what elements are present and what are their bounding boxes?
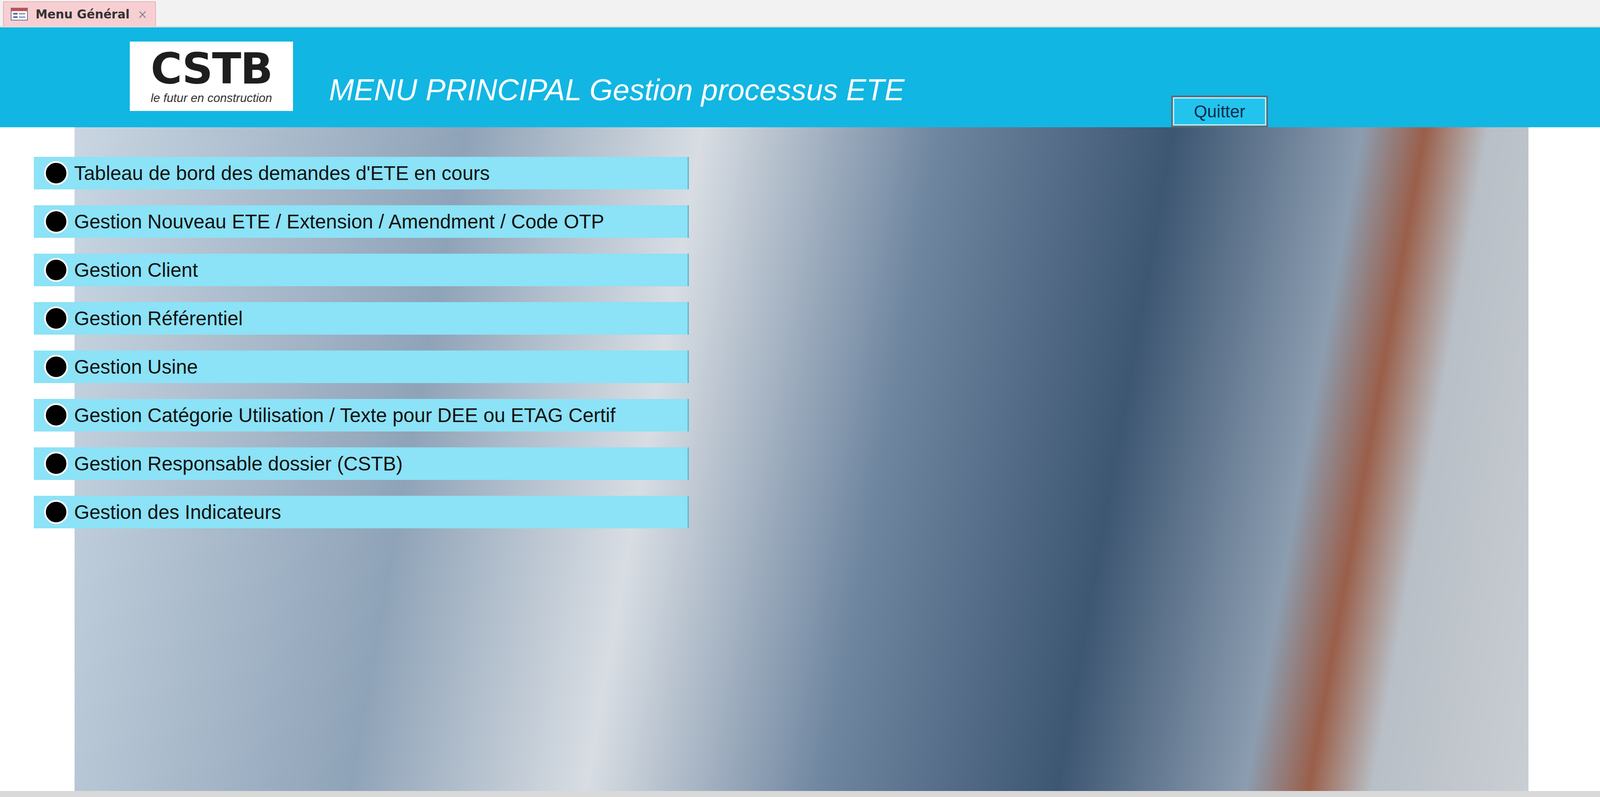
bullet-icon (44, 451, 69, 476)
menu-item-label: Gestion Responsable dossier (CSTB) (74, 451, 403, 476)
bullet-icon (44, 161, 69, 186)
menu-item[interactable]: Gestion Nouveau ETE / Extension / Amendm… (33, 205, 689, 238)
menu-item[interactable]: Gestion Référentiel (33, 302, 689, 335)
bullet-icon (44, 499, 69, 524)
bullet-icon (44, 209, 69, 234)
menu-item-label: Gestion des Indicateurs (74, 500, 282, 524)
menu-item[interactable]: Gestion Catégorie Utilisation / Texte po… (33, 398, 689, 432)
quit-button[interactable]: Quitter (1171, 95, 1269, 128)
bullet-icon (44, 403, 69, 428)
menu-item[interactable]: Gestion des Indicateurs (33, 495, 689, 529)
menu-item[interactable]: Gestion Responsable dossier (CSTB) (33, 447, 689, 480)
main-area: Tableau de bord des demandes d'ETE en co… (0, 127, 1600, 791)
menu-item-label: Gestion Usine (74, 355, 198, 379)
menu-item[interactable]: Gestion Usine (33, 350, 689, 383)
menu-item-label: Gestion Catégorie Utilisation / Texte po… (74, 403, 616, 427)
menu-item[interactable]: Tableau de bord des demandes d'ETE en co… (33, 156, 689, 190)
logo-name: CSTB (150, 47, 273, 91)
tab-bar: Menu Général × (0, 0, 1600, 28)
page-title: MENU PRINCIPAL Gestion processus ETE (328, 73, 905, 107)
close-tab-button[interactable]: × (137, 7, 148, 22)
bullet-icon (44, 306, 69, 331)
status-strip (0, 790, 1600, 797)
cstb-logo: CSTBle futur en construction (129, 41, 294, 111)
menu-item-label: Gestion Référentiel (74, 306, 243, 330)
menu-item-label: Tableau de bord des demandes d'ETE en co… (74, 161, 490, 185)
bullet-icon (44, 354, 69, 379)
form-icon (10, 7, 28, 21)
main-menu: Tableau de bord des demandes d'ETE en co… (33, 156, 689, 529)
menu-item-label: Gestion Client (74, 258, 198, 282)
header-bar: CSTBle futur en construction MENU PRINCIP… (0, 27, 1600, 128)
tab-label: Menu Général (35, 7, 130, 22)
menu-item-label: Gestion Nouveau ETE / Extension / Amendm… (74, 209, 605, 234)
logo-tagline: le futur en construction (150, 91, 273, 105)
document-tab[interactable]: Menu Général × (2, 1, 156, 27)
menu-item[interactable]: Gestion Client (33, 253, 689, 287)
bullet-icon (44, 257, 69, 282)
